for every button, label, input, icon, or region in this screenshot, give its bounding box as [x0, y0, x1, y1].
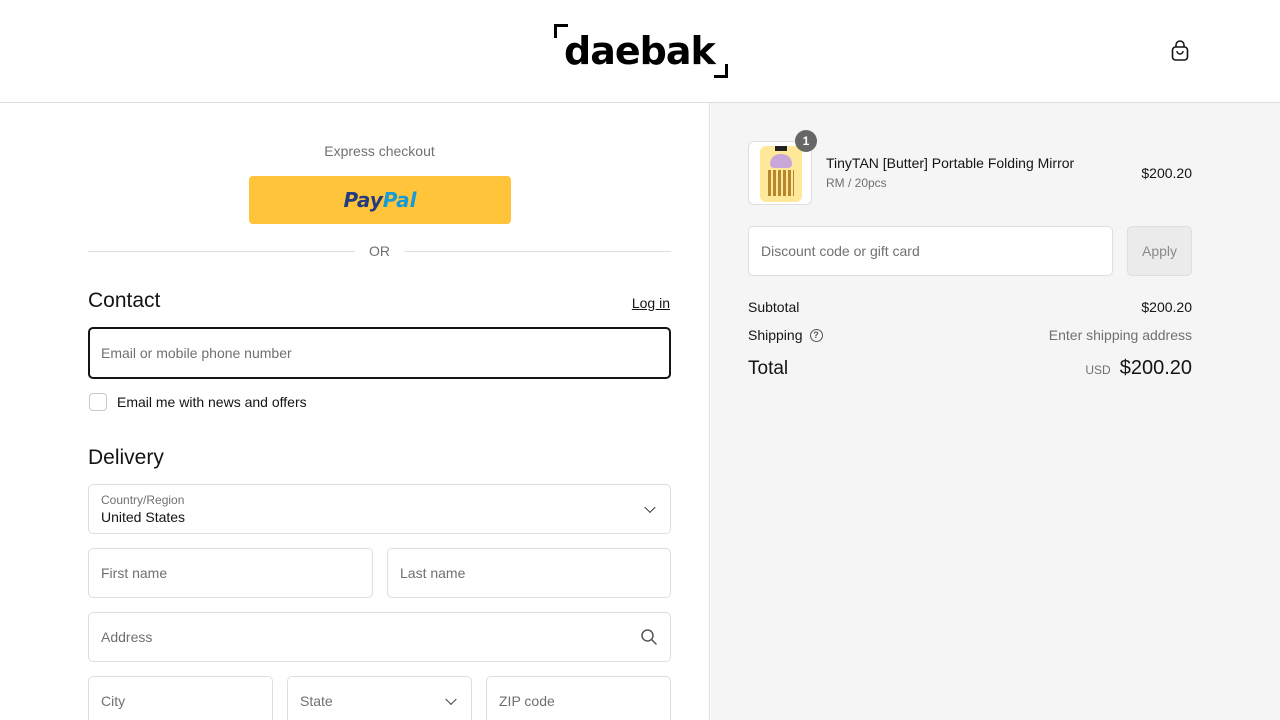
mirror-pattern — [768, 170, 794, 196]
country-select[interactable]: Country/Region United States — [88, 484, 671, 534]
last-name-placeholder: Last name — [400, 565, 466, 581]
quantity-badge: 1 — [795, 130, 817, 152]
discount-placeholder: Discount code or gift card — [761, 243, 920, 259]
shipping-label: Shipping — [748, 327, 803, 343]
last-name-field[interactable]: Last name — [387, 548, 671, 598]
total-value: $200.20 — [1119, 357, 1192, 379]
logo-bracket-bottom-right — [714, 64, 728, 78]
checkout-form: Express checkout Pay Pal OR Contact Log i… — [0, 103, 710, 720]
email-placeholder: Email or mobile phone number — [101, 345, 292, 361]
subtotal-value: $200.20 — [1141, 299, 1192, 315]
chevron-down-icon — [445, 693, 457, 706]
or-divider: OR — [88, 241, 671, 261]
mirror-strap — [775, 146, 787, 151]
zip-field[interactable]: ZIP code — [486, 676, 671, 720]
total-row: Total USD $200.20 — [748, 357, 1192, 380]
logo-text: daebak — [564, 29, 716, 73]
newsletter-checkbox[interactable] — [89, 393, 107, 411]
paypal-button[interactable]: Pay Pal — [249, 176, 511, 224]
currency-code: USD — [1085, 363, 1111, 377]
order-summary: 1 TinyTAN [Butter] Portable Folding Mirr… — [711, 103, 1280, 720]
address-placeholder: Address — [101, 629, 153, 645]
product-variant: RM / 20pcs — [826, 176, 887, 190]
login-link[interactable]: Log in — [632, 295, 670, 311]
apply-discount-button[interactable]: Apply — [1127, 226, 1192, 276]
chevron-down-icon — [644, 501, 656, 514]
mirror-character — [770, 154, 792, 168]
delivery-title: Delivery — [88, 446, 164, 469]
address-field[interactable]: Address — [88, 612, 671, 662]
header: daebak — [0, 0, 1280, 103]
paypal-logo-pal: Pal — [382, 188, 417, 212]
divider-line — [404, 250, 671, 252]
city-placeholder: City — [101, 693, 126, 709]
subtotal-label: Subtotal — [748, 299, 800, 315]
email-field[interactable]: Email or mobile phone number — [88, 327, 671, 379]
newsletter-option[interactable]: Email me with news and offers — [89, 393, 307, 411]
product-price: $200.20 — [1141, 165, 1192, 181]
newsletter-label: Email me with news and offers — [117, 394, 307, 410]
first-name-field[interactable]: First name — [88, 548, 373, 598]
subtotal-row: Subtotal $200.20 — [748, 299, 1192, 315]
daebak-logo[interactable]: daebak — [554, 24, 728, 78]
discount-code-input[interactable]: Discount code or gift card — [748, 226, 1113, 276]
state-placeholder: State — [300, 693, 333, 709]
mirror-image — [760, 146, 802, 202]
zip-placeholder: ZIP code — [499, 693, 555, 709]
city-field[interactable]: City — [88, 676, 273, 720]
total-label: Total — [748, 357, 789, 379]
help-icon[interactable]: ? — [809, 328, 823, 342]
search-icon[interactable] — [640, 628, 658, 646]
shopping-bag-icon[interactable] — [1170, 40, 1190, 62]
country-value: United States — [101, 509, 186, 525]
or-text: OR — [369, 243, 390, 259]
express-checkout-label: Express checkout — [324, 143, 435, 159]
contact-title: Contact — [88, 289, 161, 312]
shipping-label-group: Shipping ? — [748, 327, 823, 343]
first-name-placeholder: First name — [101, 565, 168, 581]
country-label: Country/Region — [101, 493, 185, 507]
product-name: TinyTAN [Butter] Portable Folding Mirror — [826, 155, 1075, 171]
shipping-value: Enter shipping address — [1048, 327, 1192, 343]
state-select[interactable]: State — [287, 676, 472, 720]
shipping-row: Shipping ? Enter shipping address — [748, 327, 1192, 343]
paypal-logo-pay: Pay — [343, 188, 383, 212]
total-amount: USD $200.20 — [1085, 357, 1192, 380]
divider-line — [88, 250, 355, 252]
